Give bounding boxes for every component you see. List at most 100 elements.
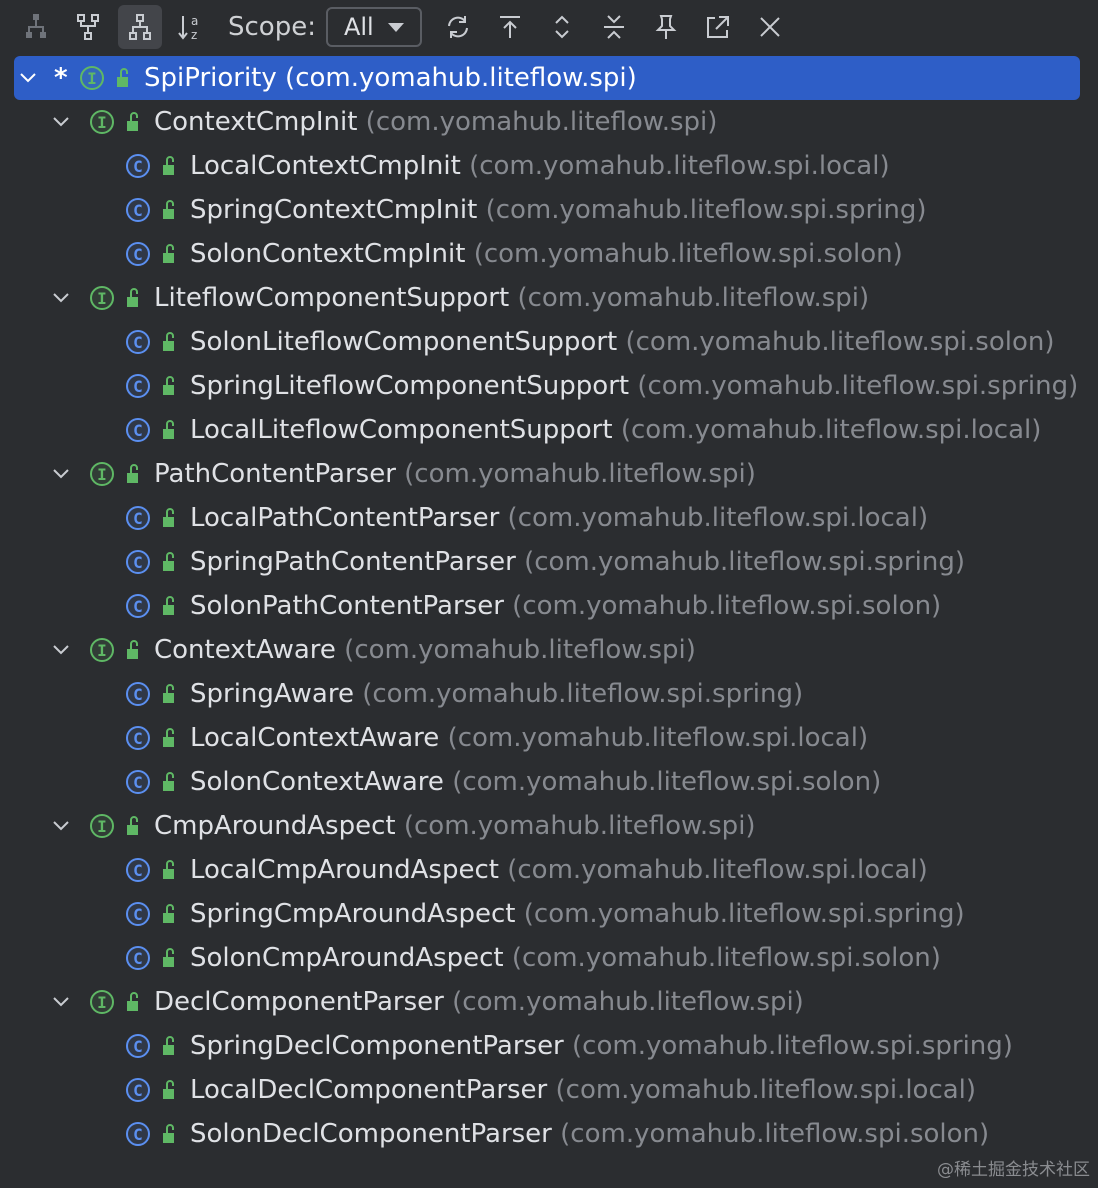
tree-node-class[interactable]: C SolonContextAware (com.yomahub.liteflow… — [0, 760, 1098, 804]
public-access-icon — [160, 595, 178, 617]
base-marker: * — [54, 63, 68, 93]
type-name: ContextCmpInit — [154, 107, 358, 137]
public-access-icon — [124, 815, 142, 837]
class-icon: C — [126, 330, 150, 354]
public-access-icon — [160, 331, 178, 353]
type-name: LocalContextAware — [190, 723, 440, 753]
type-label: SolonPathContentParser (com.yomahub.lite… — [190, 591, 941, 621]
package-name: (com.yomahub.liteflow.spi.spring) — [485, 195, 927, 225]
public-access-icon — [114, 67, 132, 89]
package-name: (com.yomahub.liteflow.spi) — [517, 283, 870, 313]
open-in-editor-icon[interactable] — [696, 5, 740, 49]
scope-dropdown[interactable]: All — [325, 7, 422, 47]
tree-node-class[interactable]: C SolonLiteflowComponentSupport (com.yoma… — [0, 320, 1098, 364]
public-access-icon — [124, 991, 142, 1013]
type-name: LiteflowComponentSupport — [154, 283, 510, 313]
type-name: LocalLiteflowComponentSupport — [190, 415, 613, 445]
subtypes-hierarchy-icon[interactable] — [66, 5, 110, 49]
tree-node-interface[interactable]: I ContextAware (com.yomahub.liteflow.spi) — [0, 628, 1098, 672]
package-name: (com.yomahub.liteflow.spi.solon) — [512, 591, 942, 621]
tree-node-interface[interactable]: I LiteflowComponentSupport (com.yomahub.l… — [0, 276, 1098, 320]
type-label: SolonDeclComponentParser (com.yomahub.li… — [190, 1119, 989, 1149]
class-icon: C — [126, 550, 150, 574]
pin-icon[interactable] — [644, 5, 688, 49]
public-access-icon — [160, 683, 178, 705]
tree-node-class[interactable]: C LocalContextAware (com.yomahub.liteflow… — [0, 716, 1098, 760]
scroll-to-source-icon[interactable] — [488, 5, 532, 49]
package-name: (com.yomahub.liteflow.spi.solon) — [560, 1119, 990, 1149]
type-name: SpringContextCmpInit — [190, 195, 478, 225]
chevron-down-icon[interactable] — [50, 463, 72, 485]
supertypes-hierarchy-icon[interactable] — [14, 5, 58, 49]
tree-node-interface[interactable]: I CmpAroundAspect (com.yomahub.liteflow.s… — [0, 804, 1098, 848]
type-name: LocalContextCmpInit — [190, 151, 461, 181]
package-name: (com.yomahub.liteflow.spi.local) — [620, 415, 1042, 445]
class-icon: C — [126, 858, 150, 882]
tree-node-interface[interactable]: I ContextCmpInit (com.yomahub.liteflow.sp… — [0, 100, 1098, 144]
type-name: LocalDeclComponentParser — [190, 1075, 548, 1105]
tree-node-root[interactable]: * I SpiPriority (com.yomahub.liteflow.spi) — [14, 56, 1080, 100]
tree-node-class[interactable]: C SolonCmpAroundAspect (com.yomahub.litef… — [0, 936, 1098, 980]
tree-node-class[interactable]: C SpringCmpAroundAspect (com.yomahub.lite… — [0, 892, 1098, 936]
tree-node-interface[interactable]: I DeclComponentParser (com.yomahub.litefl… — [0, 980, 1098, 1024]
expand-all-icon[interactable] — [540, 5, 584, 49]
tree-node-class[interactable]: C SolonPathContentParser (com.yomahub.lit… — [0, 584, 1098, 628]
type-label: LocalLiteflowComponentSupport (com.yomah… — [190, 415, 1041, 445]
tree-node-class[interactable]: C SolonContextCmpInit (com.yomahub.litefl… — [0, 232, 1098, 276]
public-access-icon — [124, 463, 142, 485]
chevron-down-icon[interactable] — [17, 67, 39, 89]
package-name: (com.yomahub.liteflow.spi.spring) — [362, 679, 804, 709]
type-label: CmpAroundAspect (com.yomahub.liteflow.sp… — [154, 811, 756, 841]
type-name: SpringPathContentParser — [190, 547, 516, 577]
public-access-icon — [160, 419, 178, 441]
refresh-icon[interactable] — [436, 5, 480, 49]
package-name: (com.yomahub.liteflow.spi.solon) — [625, 327, 1055, 357]
package-name: (com.yomahub.liteflow.spi.solon) — [511, 943, 941, 973]
tree-node-class[interactable]: C LocalPathContentParser (com.yomahub.lit… — [0, 496, 1098, 540]
public-access-icon — [160, 727, 178, 749]
collapse-all-icon[interactable] — [592, 5, 636, 49]
type-label: SpringDeclComponentParser (com.yomahub.l… — [190, 1031, 1013, 1061]
package-name: (com.yomahub.liteflow.spi.local) — [507, 503, 929, 533]
type-name: SpiPriority — [144, 63, 277, 93]
class-hierarchy-icon[interactable] — [118, 5, 162, 49]
type-label: SpringLiteflowComponentSupport (com.yoma… — [190, 371, 1078, 401]
package-name: (com.yomahub.liteflow.spi.local) — [469, 151, 890, 181]
type-label: DeclComponentParser (com.yomahub.liteflo… — [154, 987, 804, 1017]
tree-node-class[interactable]: C SpringAware (com.yomahub.liteflow.spi.s… — [0, 672, 1098, 716]
sort-alpha-icon[interactable]: az — [170, 5, 214, 49]
type-name: LocalCmpAroundAspect — [190, 855, 499, 885]
tree-node-class[interactable]: C SolonDeclComponentParser (com.yomahub.l… — [0, 1112, 1098, 1156]
class-icon: C — [126, 154, 150, 178]
public-access-icon — [160, 507, 178, 529]
class-icon: C — [126, 418, 150, 442]
tree-node-class[interactable]: C SpringLiteflowComponentSupport (com.yom… — [0, 364, 1098, 408]
type-label: LocalCmpAroundAspect (com.yomahub.litefl… — [190, 855, 928, 885]
scope-value: All — [343, 13, 374, 41]
tree-node-class[interactable]: C LocalCmpAroundAspect (com.yomahub.litef… — [0, 848, 1098, 892]
chevron-down-icon[interactable] — [50, 815, 72, 837]
chevron-down-icon[interactable] — [50, 639, 72, 661]
package-name: (com.yomahub.liteflow.spi) — [452, 987, 804, 1017]
public-access-icon — [124, 639, 142, 661]
class-icon: C — [126, 1122, 150, 1146]
class-icon: C — [126, 198, 150, 222]
tree-node-interface[interactable]: I PathContentParser (com.yomahub.liteflow… — [0, 452, 1098, 496]
tree-node-class[interactable]: C LocalDeclComponentParser (com.yomahub.l… — [0, 1068, 1098, 1112]
close-icon[interactable] — [748, 5, 792, 49]
tree-node-class[interactable]: C SpringPathContentParser (com.yomahub.li… — [0, 540, 1098, 584]
type-name: SolonLiteflowComponentSupport — [190, 327, 618, 357]
tree-node-class[interactable]: C LocalContextCmpInit (com.yomahub.litefl… — [0, 144, 1098, 188]
tree-node-class[interactable]: C LocalLiteflowComponentSupport (com.yoma… — [0, 408, 1098, 452]
interface-icon: I — [90, 814, 114, 838]
public-access-icon — [160, 1123, 178, 1145]
package-name: (com.yomahub.liteflow.spi.spring) — [524, 547, 965, 577]
type-name: DeclComponentParser — [154, 987, 444, 1017]
tree-node-class[interactable]: C SpringDeclComponentParser (com.yomahub.… — [0, 1024, 1098, 1068]
type-label: SolonLiteflowComponentSupport (com.yomah… — [190, 327, 1055, 357]
chevron-down-icon[interactable] — [50, 991, 72, 1013]
chevron-down-icon[interactable] — [50, 287, 72, 309]
chevron-down-icon[interactable] — [50, 111, 72, 133]
tree-node-class[interactable]: C SpringContextCmpInit (com.yomahub.litef… — [0, 188, 1098, 232]
type-label: SpringContextCmpInit (com.yomahub.litefl… — [190, 195, 927, 225]
